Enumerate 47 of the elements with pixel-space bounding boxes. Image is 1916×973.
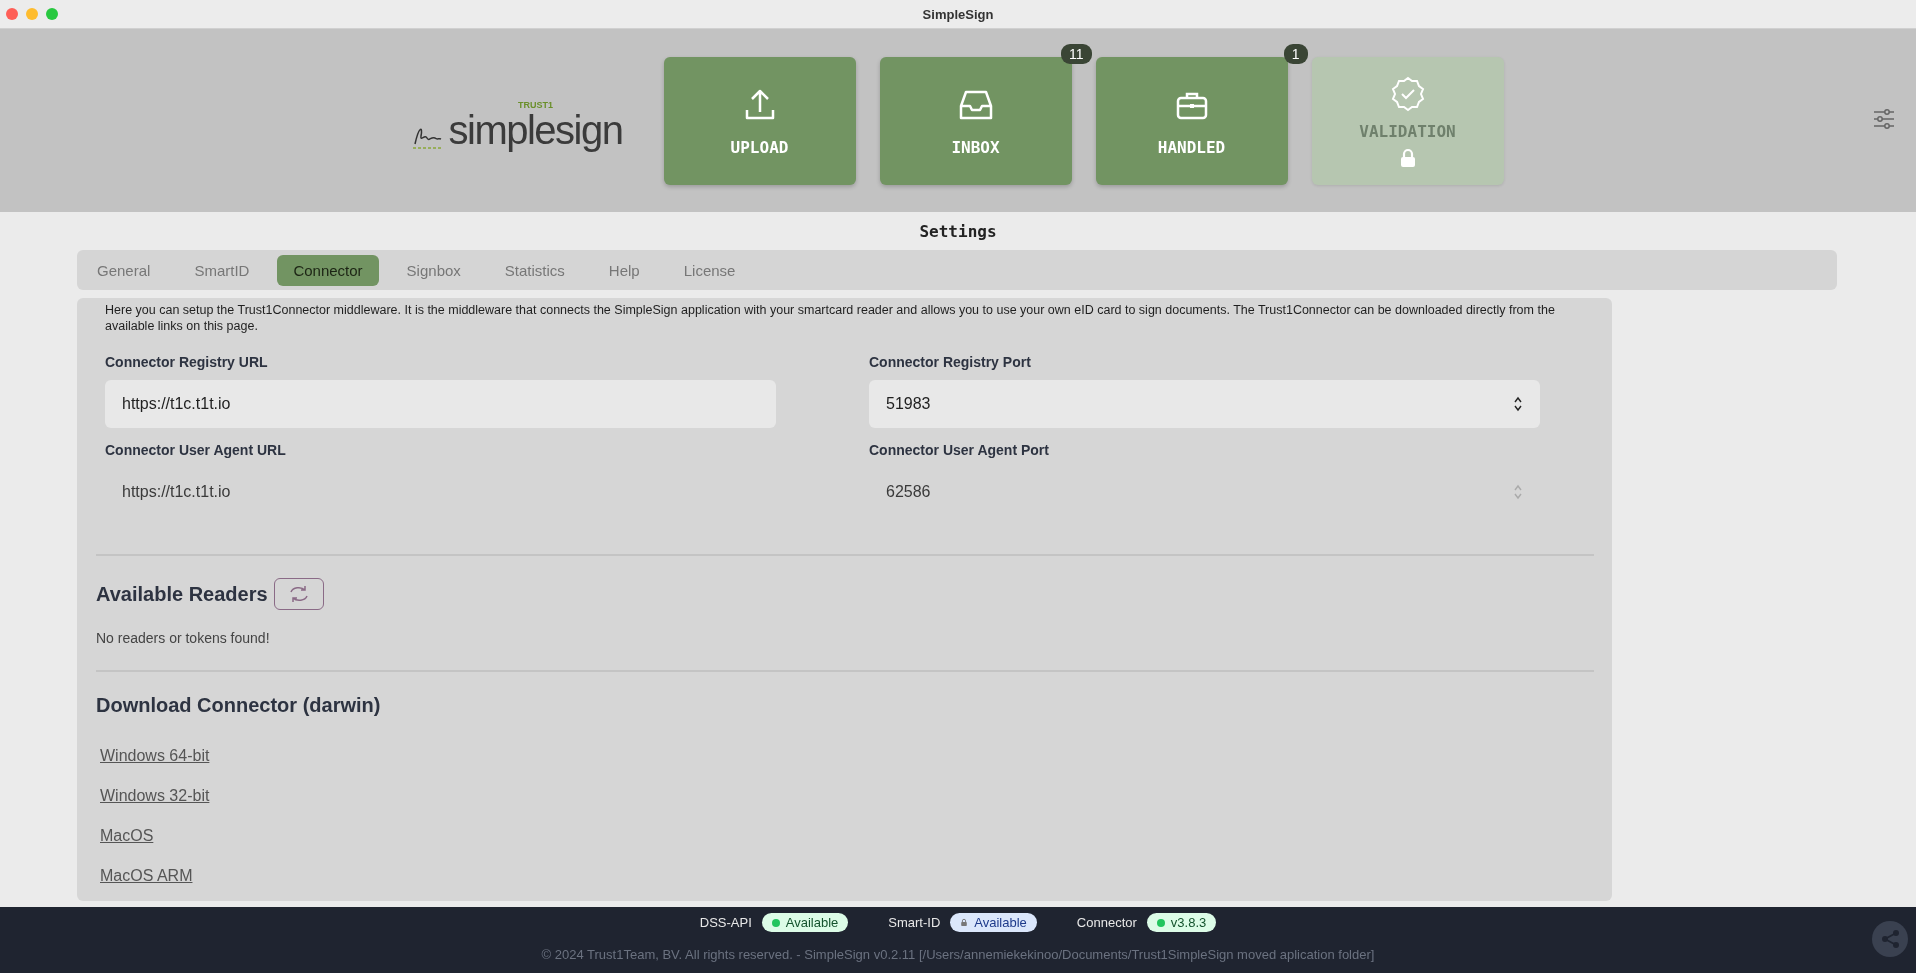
settings-tab[interactable]: Help <box>592 254 656 286</box>
field-label: Connector Registry URL <box>105 354 269 370</box>
minimize-button[interactable] <box>26 8 38 20</box>
window-title: SimpleSign <box>922 6 994 22</box>
copyright-text: © 2024 Trust1Team, BV. All rights reserved. - SimpleSign v0.2.11 [/Users/annemiekekinoo/Documents/Trust1SimpleSign moved aplication folder] <box>541 947 1375 962</box>
field-label: Connector User Agent URL <box>105 442 287 458</box>
lock-icon <box>960 918 969 927</box>
status-label: DSS-API <box>699 915 752 930</box>
download-link[interactable]: MacOS <box>100 827 154 845</box>
download-link[interactable]: Windows 32-bit <box>100 787 210 805</box>
settings-icon[interactable] <box>1872 107 1896 131</box>
nav-button[interactable]: HANDLED <box>1095 56 1288 185</box>
settings-tab[interactable]: SmartID <box>178 254 266 286</box>
status-pill: Available <box>950 913 1037 932</box>
settings-tab[interactable]: Statistics <box>488 254 581 286</box>
count-badge: 11 <box>1060 43 1092 64</box>
stepper-icon <box>1513 484 1523 500</box>
close-button[interactable] <box>6 8 18 20</box>
nav-button[interactable]: INBOX <box>879 56 1072 185</box>
share-icon <box>1880 929 1900 949</box>
logo-tagline: TRUST1 <box>518 101 553 110</box>
count-badge: 1 <box>1283 43 1308 64</box>
page-title: Settings <box>918 221 998 243</box>
section-heading: Download Connector (darwin) <box>96 694 382 717</box>
section-heading: Available Readers <box>96 582 268 606</box>
refresh-button[interactable] <box>273 578 324 610</box>
download-link[interactable]: Windows 64-bit <box>100 747 210 765</box>
settings-tab[interactable]: Signbox <box>390 254 477 286</box>
field-label: Connector User Agent Port <box>869 442 1050 458</box>
status-pill: v3.8.3 <box>1146 913 1217 932</box>
description-text: Here you can setup the Trust1Connector middleware. It is the middleware that connects the SimpleSign application with your smartcard reader and allows you to use your own eID card to sign documents. The Trust1Connector can be downloaded directly from the available links on this page. <box>105 302 1556 334</box>
field-label: Connector Registry Port <box>869 354 1032 370</box>
nav-button[interactable]: UPLOAD <box>663 56 856 185</box>
zoom-button[interactable] <box>46 8 58 20</box>
download-link[interactable]: MacOS ARM <box>100 867 193 885</box>
status-label: Smart-ID <box>888 915 941 930</box>
settings-tab[interactable]: General <box>81 254 167 286</box>
stepper-icon <box>1513 396 1523 412</box>
settings-tab[interactable]: License <box>667 254 752 286</box>
status-label: Connector <box>1076 915 1137 930</box>
settings-tab[interactable]: Connector <box>277 254 379 286</box>
logo-text: simplesign <box>448 110 623 150</box>
empty-message: No readers or tokens found! <box>96 630 271 646</box>
status-pill: Available <box>761 913 849 932</box>
input-field[interactable]: https://t1c.t1t.io <box>105 380 776 428</box>
share-button[interactable] <box>1872 921 1908 957</box>
number-field[interactable]: 51983 <box>869 380 1540 428</box>
